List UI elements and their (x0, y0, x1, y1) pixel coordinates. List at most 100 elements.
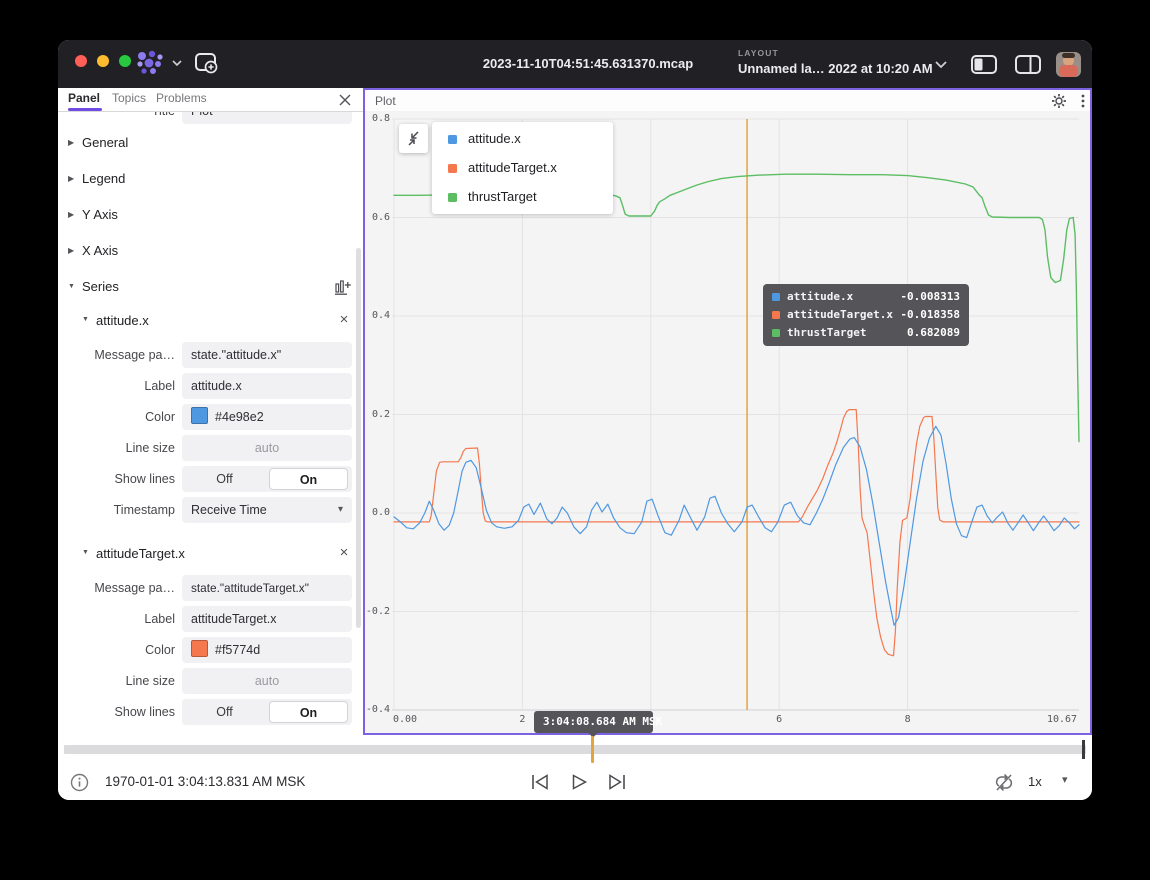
tooltip-swatch (772, 329, 780, 337)
app-menu-chevron-icon[interactable] (171, 59, 183, 67)
x-tick-label: 8 (888, 714, 928, 725)
layout-chevron-icon[interactable] (934, 60, 948, 69)
seek-forward-button[interactable] (606, 772, 628, 792)
title-field-label: Title (58, 112, 175, 124)
section-label: Legend (82, 171, 125, 186)
color-swatch[interactable] (191, 407, 208, 424)
sidebar-close-icon[interactable] (338, 93, 352, 107)
section-general[interactable]: ▶ General (58, 125, 363, 162)
sidebar-scrollbar[interactable] (356, 248, 361, 628)
field-label: Line size (58, 435, 175, 461)
tooltip-row: attitudeTarget.x -0.018358 (763, 306, 969, 324)
window-zoom-button[interactable] (119, 55, 131, 67)
window-minimize-button[interactable] (97, 55, 109, 67)
legend-item-attitude-x[interactable]: attitude.x (432, 124, 613, 154)
show-lines-off-option[interactable]: Off (182, 466, 267, 492)
foxglove-logo-icon[interactable] (134, 48, 168, 78)
play-button[interactable] (569, 772, 589, 792)
y-tick-label: 0.2 (365, 409, 390, 420)
caret-down-icon: ▾ (338, 497, 343, 523)
show-lines-row: Show lines Off On (58, 466, 363, 492)
plot-panel[interactable]: Plot (363, 88, 1092, 735)
show-lines-on-option[interactable]: On (269, 701, 348, 723)
add-panel-button[interactable] (194, 51, 221, 77)
panel-settings-gear-icon[interactable] (1051, 93, 1067, 109)
color-swatch[interactable] (191, 640, 208, 657)
field-label: Color (58, 637, 175, 663)
right-sidebar-toggle-button[interactable] (1014, 54, 1042, 75)
show-lines-off-option[interactable]: Off (182, 699, 267, 725)
section-series[interactable]: ▼ Series (58, 269, 363, 305)
x-tick-label: 0.00 (385, 714, 425, 725)
section-x-axis[interactable]: ▶ X Axis (58, 233, 363, 270)
color-hex-value: #f5774d (215, 643, 260, 657)
section-legend[interactable]: ▶ Legend (58, 161, 363, 198)
series-line-attitudeTarget.x (394, 410, 1079, 656)
legend-swatch (448, 135, 457, 144)
legend-swatch (448, 193, 457, 202)
scrub-time-text: 3:04:08.684 AM MSK (543, 715, 662, 728)
tooltip-series-name: thrustTarget (787, 326, 866, 339)
field-label: Color (58, 404, 175, 430)
user-avatar[interactable] (1056, 52, 1081, 77)
section-y-axis[interactable]: ▶ Y Axis (58, 197, 363, 234)
scrubber-track[interactable] (64, 745, 1086, 754)
info-icon[interactable] (70, 773, 89, 792)
expander-icon: ▶ (68, 246, 74, 255)
add-series-button[interactable] (334, 278, 352, 296)
line-size-input[interactable]: auto (182, 435, 352, 461)
remove-series-icon[interactable]: × (334, 310, 354, 330)
series-editor-attitude-target-x-header[interactable]: ▼ attitudeTarget.x × (58, 537, 363, 571)
playback-speed[interactable]: 1x (1028, 774, 1042, 789)
tooltip-series-name: attitudeTarget.x (787, 308, 893, 321)
tooltip-swatch (772, 293, 780, 301)
window-close-button[interactable] (75, 55, 87, 67)
message-path-row: Message pa… state."attitude.x" (58, 342, 363, 368)
loop-disabled-icon[interactable] (994, 773, 1014, 792)
label-input[interactable]: attitude.x (182, 373, 352, 399)
color-input[interactable]: #4e98e2 (182, 404, 352, 430)
legend-item-attitude-target-x[interactable]: attitudeTarget.x (432, 153, 613, 183)
hover-tooltip: attitude.x -0.008313 attitudeTarget.x -0… (763, 284, 969, 346)
title-field-input[interactable]: Plot (182, 112, 352, 124)
active-tab-indicator (68, 108, 102, 111)
color-input[interactable]: #f5774d (182, 637, 352, 663)
legend-item-thrust-target[interactable]: thrustTarget (432, 182, 613, 212)
x-tick-label: 10.67 (1042, 714, 1082, 725)
tooltip-series-name: attitude.x (787, 290, 853, 303)
legend-collapse-button[interactable] (399, 124, 428, 153)
show-lines-on-option[interactable]: On (269, 468, 348, 490)
show-lines-toggle: Off On (182, 699, 352, 725)
speed-caret-icon[interactable]: ▾ (1062, 773, 1068, 786)
playback-bar: 1970-01-01 3:04:13.831 AM MSK 1x ▾ (58, 764, 1092, 800)
line-size-row: Line size auto (58, 668, 363, 694)
series-editor-attitude-x-header[interactable]: ▼ attitude.x × (58, 304, 363, 338)
field-label: Message pa… (58, 575, 175, 601)
remove-series-icon[interactable]: × (334, 543, 354, 563)
section-label: Y Axis (82, 207, 118, 222)
section-label: X Axis (82, 243, 118, 258)
sidebar-tabs: Panel Topics Problems (58, 88, 363, 112)
series-line-attitude.x (394, 426, 1079, 625)
panel-menu-kebab-icon[interactable] (1076, 93, 1090, 109)
tab-panel[interactable]: Panel (68, 91, 100, 105)
field-label: Message pa… (58, 342, 175, 368)
line-size-row: Line size auto (58, 435, 363, 461)
message-path-row: Message pa… state."attitudeTarget.x" (58, 575, 363, 601)
color-row: Color #f5774d (58, 637, 363, 663)
message-path-input[interactable]: state."attitudeTarget.x" (182, 575, 352, 601)
tab-problems[interactable]: Problems (156, 91, 207, 105)
app-window: 2023-11-10T04:51:45.631370.mcap LAYOUT U… (58, 40, 1092, 800)
timestamp-select[interactable]: Receive Time▾ (182, 497, 352, 523)
line-size-input[interactable]: auto (182, 668, 352, 694)
label-input[interactable]: attitudeTarget.x (182, 606, 352, 632)
field-label: Line size (58, 668, 175, 694)
left-sidebar-toggle-button[interactable] (970, 54, 998, 75)
expander-icon: ▶ (68, 174, 74, 183)
current-timestamp[interactable]: 1970-01-01 3:04:13.831 AM MSK (105, 774, 305, 789)
tab-topics[interactable]: Topics (112, 91, 146, 105)
layout-name[interactable]: Unnamed la… 2022 at 10:20 AM (738, 61, 933, 76)
seek-backward-button[interactable] (529, 772, 551, 792)
field-label: Label (58, 606, 175, 632)
message-path-input[interactable]: state."attitude.x" (182, 342, 352, 368)
